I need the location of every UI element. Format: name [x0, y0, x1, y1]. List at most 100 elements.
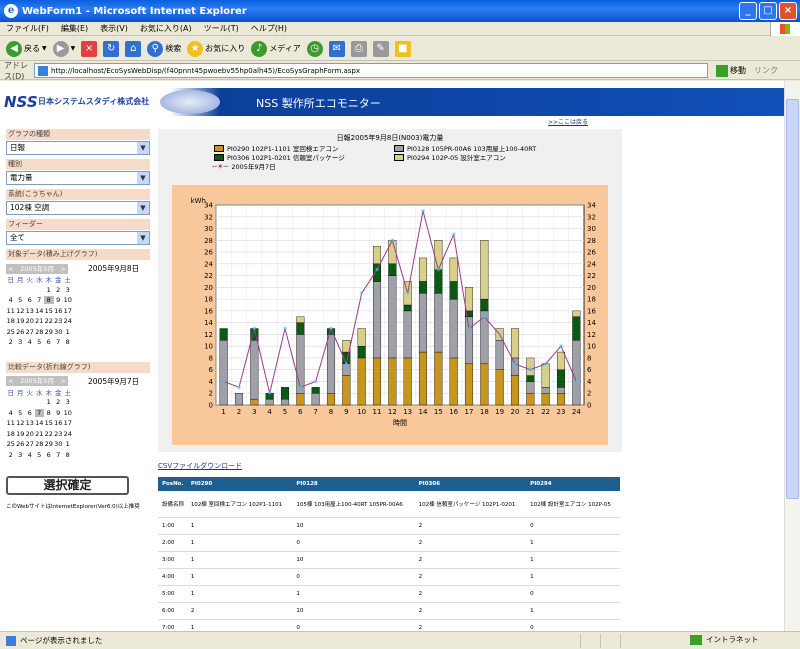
- calendar-day[interactable]: 17: [63, 307, 73, 315]
- home-icon[interactable]: ⌂: [125, 40, 142, 57]
- calendar-day[interactable]: 14: [35, 419, 45, 427]
- calendar-day[interactable]: 5: [35, 451, 45, 459]
- next-month-button[interactable]: >: [61, 376, 66, 386]
- calendar-day[interactable]: 29: [44, 440, 54, 448]
- go-button[interactable]: 移動: [716, 64, 746, 77]
- calendar-day[interactable]: 20: [25, 430, 35, 438]
- calendar-day[interactable]: 24: [63, 317, 73, 325]
- calendar-day[interactable]: 2: [6, 451, 16, 459]
- close-button[interactable]: ×: [779, 2, 797, 20]
- calendar-day[interactable]: 3: [16, 338, 26, 346]
- calendar-day[interactable]: 29: [44, 328, 54, 336]
- forward-button[interactable]: ▶ ▼: [52, 40, 75, 57]
- calendar-day[interactable]: 27: [25, 440, 35, 448]
- calendar-day[interactable]: 2: [54, 398, 64, 406]
- stop-icon[interactable]: ×: [81, 40, 98, 57]
- calendar-day[interactable]: 18: [6, 430, 16, 438]
- maximize-button[interactable]: □: [759, 2, 777, 20]
- calendar-day[interactable]: 9: [54, 409, 64, 417]
- menu-help[interactable]: ヘルプ(H): [251, 23, 287, 34]
- calendar-day[interactable]: 4: [25, 338, 35, 346]
- calendar-day[interactable]: 3: [63, 286, 73, 294]
- calendar-day[interactable]: 11: [6, 307, 16, 315]
- calendar-day[interactable]: 26: [16, 440, 26, 448]
- menu-favorites[interactable]: お気に入り(A): [140, 23, 192, 34]
- menu-tools[interactable]: ツール(T): [204, 23, 239, 34]
- calendar-day[interactable]: 5: [35, 338, 45, 346]
- calendar-day[interactable]: 20: [25, 317, 35, 325]
- calendar-day[interactable]: 1: [44, 398, 54, 406]
- calendar-day[interactable]: 25: [6, 328, 16, 336]
- calendar-day[interactable]: 2: [54, 286, 64, 294]
- calendar-day[interactable]: 13: [25, 307, 35, 315]
- calendar-day[interactable]: 7: [54, 338, 64, 346]
- calendar-day[interactable]: 3: [63, 398, 73, 406]
- scrollbar-thumb[interactable]: [786, 99, 799, 499]
- media-button[interactable]: ♪ メディア: [251, 40, 301, 57]
- calendar-day[interactable]: 10: [63, 409, 73, 417]
- calendar-day[interactable]: 8: [63, 451, 73, 459]
- calendar-day[interactable]: 7: [35, 296, 45, 304]
- calendar-day[interactable]: 16: [54, 307, 64, 315]
- calendar-day[interactable]: 18: [6, 317, 16, 325]
- edit-icon[interactable]: ✎: [372, 40, 389, 57]
- mail-icon[interactable]: ✉: [328, 40, 345, 57]
- favorites-button[interactable]: ★ お気に入り: [187, 40, 245, 57]
- calendar-day[interactable]: 24: [63, 430, 73, 438]
- calendar-day[interactable]: 9: [54, 296, 64, 304]
- calendar-day[interactable]: 6: [25, 409, 35, 417]
- links-button[interactable]: リンク: [754, 65, 778, 76]
- prev-month-button[interactable]: <: [8, 376, 13, 386]
- calendar-day[interactable]: 5: [16, 296, 26, 304]
- calendar-day[interactable]: 28: [35, 440, 45, 448]
- calendar-day[interactable]: 23: [54, 430, 64, 438]
- next-month-button[interactable]: >: [61, 264, 66, 274]
- csv-download-link[interactable]: CSVファイルダウンロード: [158, 461, 242, 471]
- calendar-day[interactable]: 11: [6, 419, 16, 427]
- calendar-day[interactable]: 26: [16, 328, 26, 336]
- calendar-day[interactable]: 1: [63, 440, 73, 448]
- calendar-day[interactable]: 30: [54, 440, 64, 448]
- messenger-icon[interactable]: ■: [394, 40, 411, 57]
- calendar-day[interactable]: 3: [16, 451, 26, 459]
- calendar-day[interactable]: 8: [44, 296, 54, 305]
- history-icon[interactable]: ◷: [306, 40, 323, 57]
- calendar-day[interactable]: 8: [44, 409, 54, 417]
- calendar-day[interactable]: 22: [44, 430, 54, 438]
- calendar-day[interactable]: 16: [54, 419, 64, 427]
- calendar-day[interactable]: 22: [44, 317, 54, 325]
- calendar-day[interactable]: 12: [16, 419, 26, 427]
- calendar-day[interactable]: 4: [25, 451, 35, 459]
- menu-view[interactable]: 表示(V): [100, 23, 128, 34]
- graph-type-select[interactable]: 日報: [6, 141, 150, 155]
- calendar-day[interactable]: 13: [25, 419, 35, 427]
- refresh-icon[interactable]: ↻: [103, 40, 120, 57]
- calendar-day[interactable]: 2: [6, 338, 16, 346]
- calendar-day[interactable]: 12: [16, 307, 26, 315]
- calendar-day[interactable]: 4: [6, 409, 16, 417]
- feeder-select[interactable]: 全て: [6, 231, 150, 245]
- search-button[interactable]: ⚲ 検索: [147, 40, 181, 57]
- prev-month-button[interactable]: <: [8, 264, 13, 274]
- calendar-day[interactable]: 14: [35, 307, 45, 315]
- calendar-day[interactable]: 10: [63, 296, 73, 304]
- calendar-day[interactable]: 1: [44, 286, 54, 294]
- calendar-day[interactable]: 21: [35, 317, 45, 325]
- calendar-day[interactable]: 1: [63, 328, 73, 336]
- calendar-day[interactable]: 19: [16, 430, 26, 438]
- vertical-scrollbar[interactable]: [784, 81, 800, 631]
- calendar-day[interactable]: 25: [6, 440, 16, 448]
- calendar-day[interactable]: 30: [54, 328, 64, 336]
- calendar-day[interactable]: 4: [6, 296, 16, 304]
- calendar-day[interactable]: 7: [34, 408, 44, 417]
- system-select[interactable]: 102棟 空調: [6, 201, 150, 215]
- back-button[interactable]: ◀ 戻る ▼: [6, 40, 47, 57]
- calendar-day[interactable]: 5: [16, 409, 26, 417]
- calendar-day[interactable]: 19: [16, 317, 26, 325]
- calendar-day[interactable]: 28: [35, 328, 45, 336]
- calendar-day[interactable]: 15: [44, 307, 54, 315]
- calendar-day[interactable]: 17: [63, 419, 73, 427]
- back-link[interactable]: >>ここは戻る: [548, 117, 588, 126]
- calendar-day[interactable]: 27: [25, 328, 35, 336]
- minimize-button[interactable]: _: [739, 2, 757, 20]
